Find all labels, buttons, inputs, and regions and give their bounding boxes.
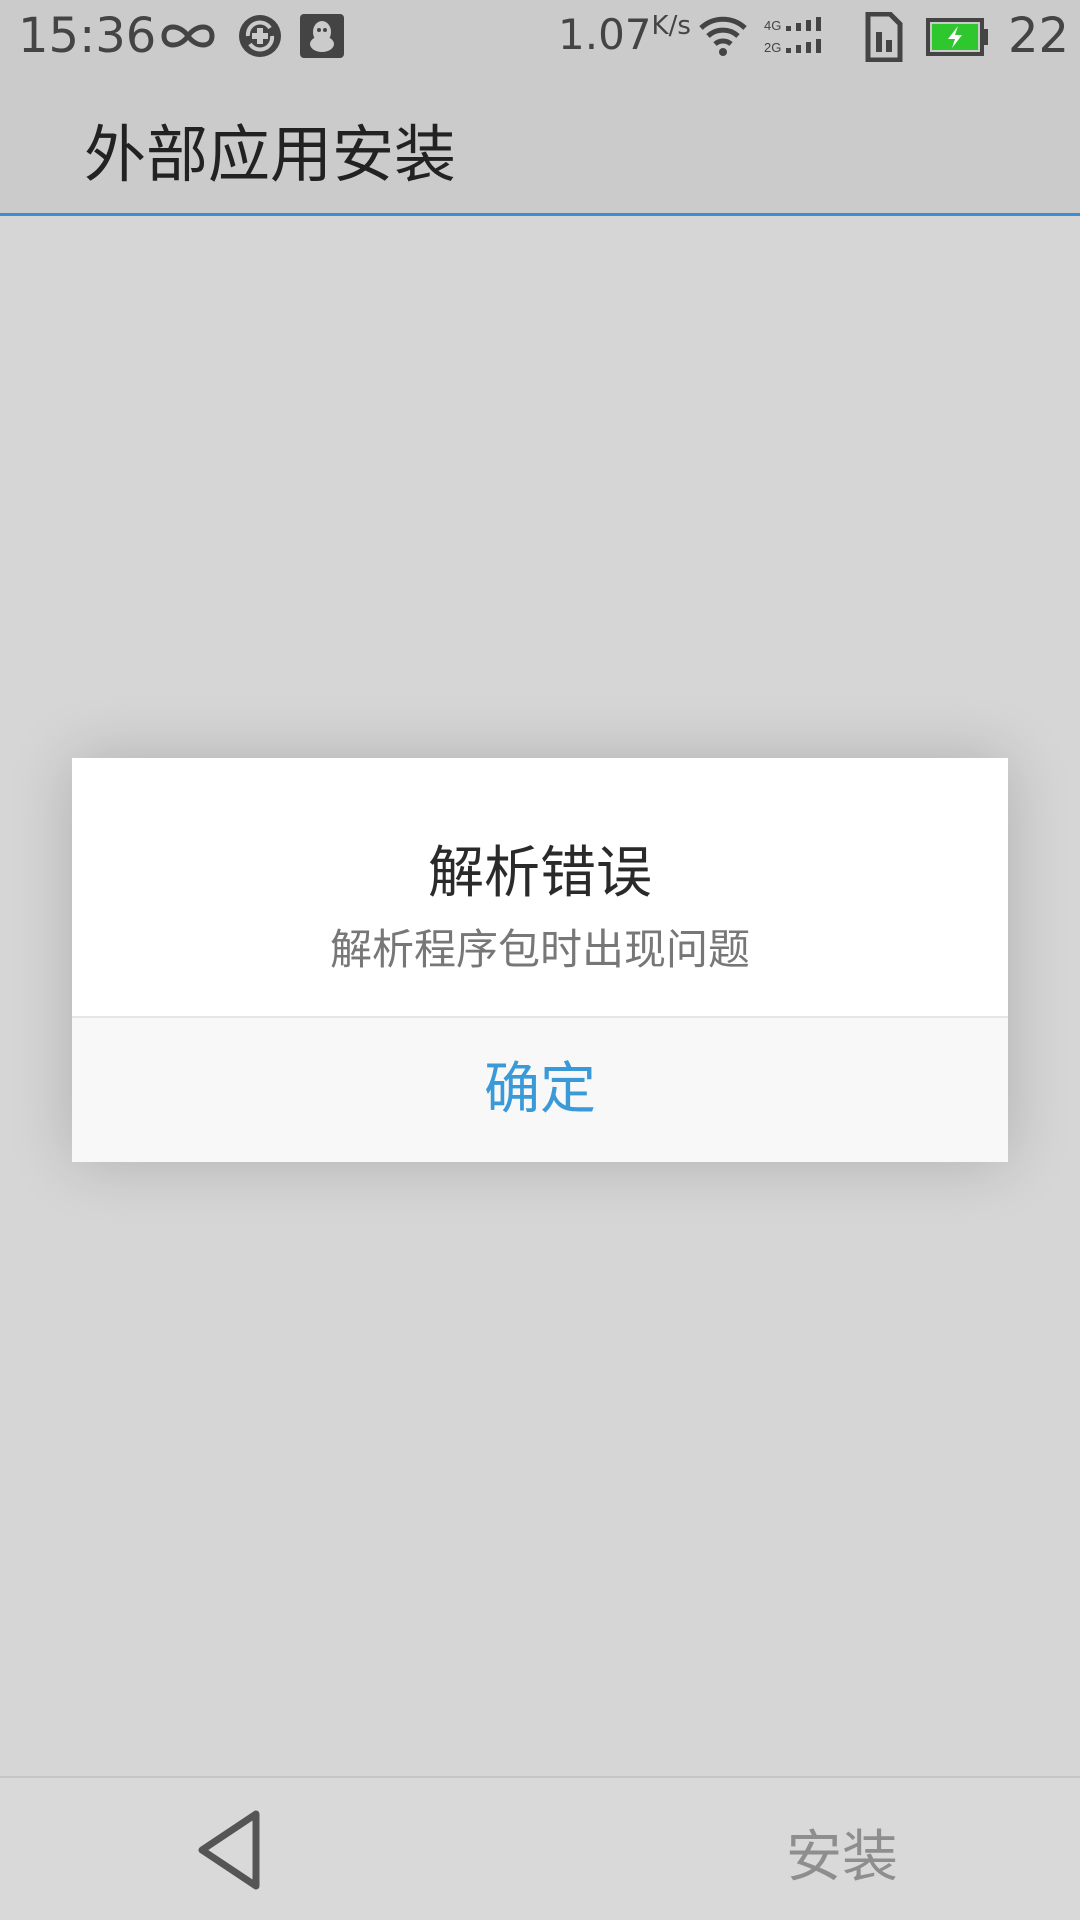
- sim-icon: [864, 11, 904, 66]
- dialog-message: 解析程序包时出现问题: [329, 925, 750, 974]
- screen: 15:36 1.07K/s 4G 2G 22 外部应用安装 解析错误 解析程序包…: [0, 0, 1080, 1920]
- net-speed: 1.07K/s: [558, 10, 691, 59]
- svg-text:4G: 4G: [764, 18, 781, 33]
- page-title: 外部应用安装: [84, 118, 457, 191]
- status-bar: 15:36 1.07K/s 4G 2G 22: [0, 0, 1080, 78]
- parse-error-dialog: 解析错误 解析程序包时出现问题 确定: [72, 758, 1008, 1162]
- qq-icon: [300, 14, 344, 62]
- svg-text:2G: 2G: [764, 40, 781, 55]
- install-button[interactable]: 安装: [786, 1812, 898, 1893]
- back-button[interactable]: [190, 1808, 280, 1892]
- status-time: 15:36: [18, 8, 157, 64]
- sync-app-icon: [236, 12, 284, 64]
- back-triangle-icon: [198, 1810, 260, 1890]
- net-speed-unit: K/s: [651, 11, 691, 41]
- net-speed-value: 1.07: [558, 10, 652, 59]
- infinity-icon: [158, 16, 218, 60]
- battery-charging-icon: [926, 18, 990, 60]
- bottom-bar: 安装: [0, 1776, 1080, 1920]
- app-bar: 外部应用安装: [0, 78, 1080, 216]
- dialog-title: 解析错误: [428, 841, 652, 906]
- battery-level: 22: [1008, 8, 1070, 64]
- confirm-button[interactable]: 确定: [72, 1018, 1008, 1162]
- cellular-4g-2g-icon: 4G 2G: [764, 16, 842, 62]
- wifi-icon: [698, 14, 748, 62]
